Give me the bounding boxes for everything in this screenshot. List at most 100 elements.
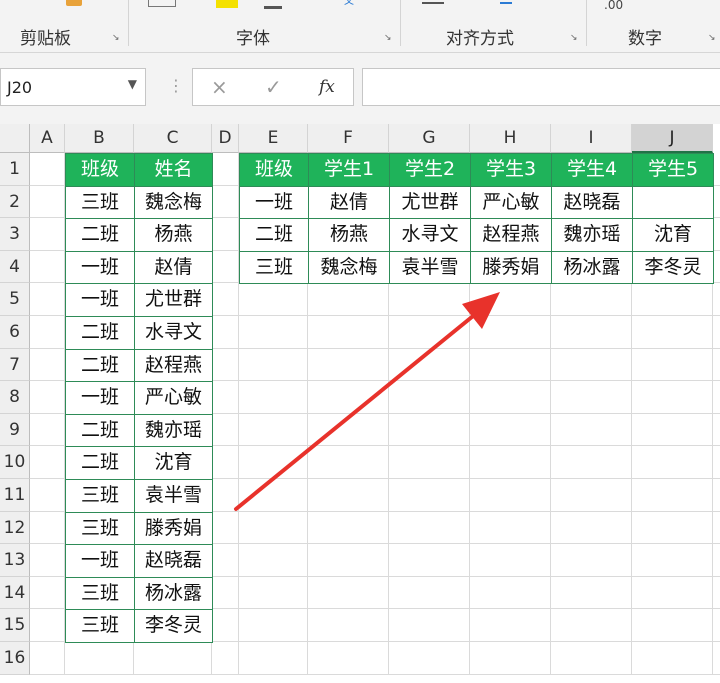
enter-icon[interactable]: ✓ xyxy=(265,75,282,99)
table-cell[interactable]: 尤世群 xyxy=(389,185,471,220)
row-header-4[interactable]: 4 xyxy=(0,250,30,284)
table-cell[interactable]: 一班 xyxy=(65,381,135,415)
row-header-6[interactable]: 6 xyxy=(0,316,30,349)
column-header-i[interactable]: I xyxy=(551,124,632,153)
cancel-icon[interactable]: × xyxy=(211,75,228,99)
row-header-8[interactable]: 8 xyxy=(0,381,30,414)
table-cell[interactable]: 魏亦瑶 xyxy=(134,413,213,448)
table-header-cell[interactable]: 学生2 xyxy=(389,153,471,187)
table-cell[interactable]: 赵倩 xyxy=(134,250,213,285)
table-cell[interactable]: 沈育 xyxy=(632,218,714,252)
font-color-icon[interactable] xyxy=(264,0,282,9)
row-header-10[interactable]: 10 xyxy=(0,446,30,479)
column-header-b[interactable]: B xyxy=(65,124,134,153)
row-header-11[interactable]: 11 xyxy=(0,479,30,512)
table-cell[interactable]: 袁半雪 xyxy=(389,250,471,285)
table-cell[interactable]: 三班 xyxy=(65,185,135,220)
row-header-16[interactable]: 16 xyxy=(0,642,30,675)
name-box[interactable]: J20 ▼ xyxy=(0,68,146,106)
table-cell[interactable]: 二班 xyxy=(239,218,309,252)
row-header-3[interactable]: 3 xyxy=(0,218,30,251)
table-cell[interactable]: 一班 xyxy=(239,185,309,220)
table-cell[interactable]: 赵程燕 xyxy=(134,348,213,383)
table-cell[interactable]: 二班 xyxy=(65,348,135,383)
number-launcher-icon[interactable]: ↘ xyxy=(708,33,718,43)
highlight-color-icon[interactable] xyxy=(216,0,238,8)
row-header-2[interactable]: 2 xyxy=(0,185,30,219)
phonetic-icon[interactable]: 文 xyxy=(344,0,358,7)
table-cell[interactable]: 袁半雪 xyxy=(134,479,213,513)
column-header-c[interactable]: C xyxy=(134,124,212,153)
table-cell[interactable]: 李冬灵 xyxy=(134,609,213,643)
row-header-5[interactable]: 5 xyxy=(0,283,30,316)
table-cell[interactable]: 一班 xyxy=(65,250,135,285)
table-cell[interactable]: 赵程燕 xyxy=(470,218,552,252)
column-header-d[interactable]: D xyxy=(212,124,239,153)
row-header-14[interactable]: 14 xyxy=(0,576,30,610)
align-icon[interactable] xyxy=(422,0,444,4)
table-cell[interactable]: 尤世群 xyxy=(134,283,213,317)
select-all-corner[interactable] xyxy=(0,124,30,153)
table-cell[interactable]: 赵晓磊 xyxy=(551,185,633,220)
table-header-cell[interactable]: 学生5 xyxy=(632,153,714,187)
row-header-12[interactable]: 12 xyxy=(0,511,30,545)
row-header-13[interactable]: 13 xyxy=(0,544,30,577)
orientation-icon[interactable] xyxy=(500,0,512,4)
table-header-cell[interactable]: 学生1 xyxy=(308,153,390,187)
table-cell[interactable]: 严心敏 xyxy=(134,381,213,415)
row-header-7[interactable]: 7 xyxy=(0,348,30,382)
table-cell[interactable]: 三班 xyxy=(239,250,309,285)
column-header-h[interactable]: H xyxy=(470,124,551,153)
number-format-fragment[interactable]: .00 xyxy=(604,0,623,12)
table-cell[interactable]: 杨燕 xyxy=(308,218,390,252)
table-cell[interactable]: 杨燕 xyxy=(134,218,213,252)
table-cell[interactable]: 魏念梅 xyxy=(134,185,213,220)
worksheet-grid[interactable]: A B C D E F G H I J 1 2 3 4 5 6 7 8 9 10 11 12 13 14 15 16 班级 姓名 三班魏… xyxy=(0,124,720,683)
table-cell[interactable] xyxy=(632,185,714,220)
table-cell[interactable]: 一班 xyxy=(65,283,135,317)
row-header-15[interactable]: 15 xyxy=(0,609,30,642)
table-cell[interactable]: 三班 xyxy=(65,479,135,513)
table-header-cell[interactable]: 班级 xyxy=(65,153,135,187)
column-header-j[interactable]: J xyxy=(632,124,713,153)
table-cell[interactable]: 一班 xyxy=(65,544,135,578)
table-cell[interactable]: 杨冰露 xyxy=(134,576,213,611)
table-cell[interactable]: 二班 xyxy=(65,218,135,252)
table-cell[interactable]: 赵晓磊 xyxy=(134,544,213,578)
column-header-f[interactable]: F xyxy=(308,124,389,153)
row-header-9[interactable]: 9 xyxy=(0,413,30,447)
table-cell[interactable]: 沈育 xyxy=(134,446,213,480)
table-header-cell[interactable]: 学生4 xyxy=(551,153,633,187)
table-header-cell[interactable]: 姓名 xyxy=(134,153,213,187)
clipboard-launcher-icon[interactable]: ↘ xyxy=(112,33,122,43)
table-cell[interactable]: 李冬灵 xyxy=(632,250,714,285)
table-cell[interactable]: 二班 xyxy=(65,413,135,448)
alignment-launcher-icon[interactable]: ↘ xyxy=(570,33,580,43)
table-header-cell[interactable]: 学生3 xyxy=(470,153,552,187)
formula-input[interactable] xyxy=(362,68,720,106)
font-launcher-icon[interactable]: ↘ xyxy=(384,33,394,43)
table-cell[interactable]: 严心敏 xyxy=(470,185,552,220)
table-cell[interactable]: 滕秀娟 xyxy=(470,250,552,285)
table-cell[interactable]: 三班 xyxy=(65,609,135,643)
table-cell[interactable]: 二班 xyxy=(65,446,135,480)
paste-icon[interactable] xyxy=(66,0,82,6)
column-header-g[interactable]: G xyxy=(389,124,470,153)
chevron-down-icon[interactable]: ▼ xyxy=(128,77,137,91)
table-cell[interactable]: 魏念梅 xyxy=(308,250,390,285)
column-header-e[interactable]: E xyxy=(239,124,308,153)
table-cell[interactable]: 魏亦瑶 xyxy=(551,218,633,252)
table-cell[interactable]: 三班 xyxy=(65,511,135,546)
table-cell[interactable]: 赵倩 xyxy=(308,185,390,220)
table-cell[interactable]: 水寻文 xyxy=(134,316,213,350)
table-cell[interactable]: 二班 xyxy=(65,316,135,350)
table-cell[interactable]: 三班 xyxy=(65,576,135,611)
table-cell[interactable]: 杨冰露 xyxy=(551,250,633,285)
row-header-1[interactable]: 1 xyxy=(0,153,30,186)
insert-function-icon[interactable]: fx xyxy=(319,77,335,97)
column-header-a[interactable]: A xyxy=(30,124,65,153)
table-cell[interactable]: 滕秀娟 xyxy=(134,511,213,546)
table-header-cell[interactable]: 班级 xyxy=(239,153,309,187)
table-cell[interactable]: 水寻文 xyxy=(389,218,471,252)
font-controls-fragment[interactable] xyxy=(148,0,176,7)
